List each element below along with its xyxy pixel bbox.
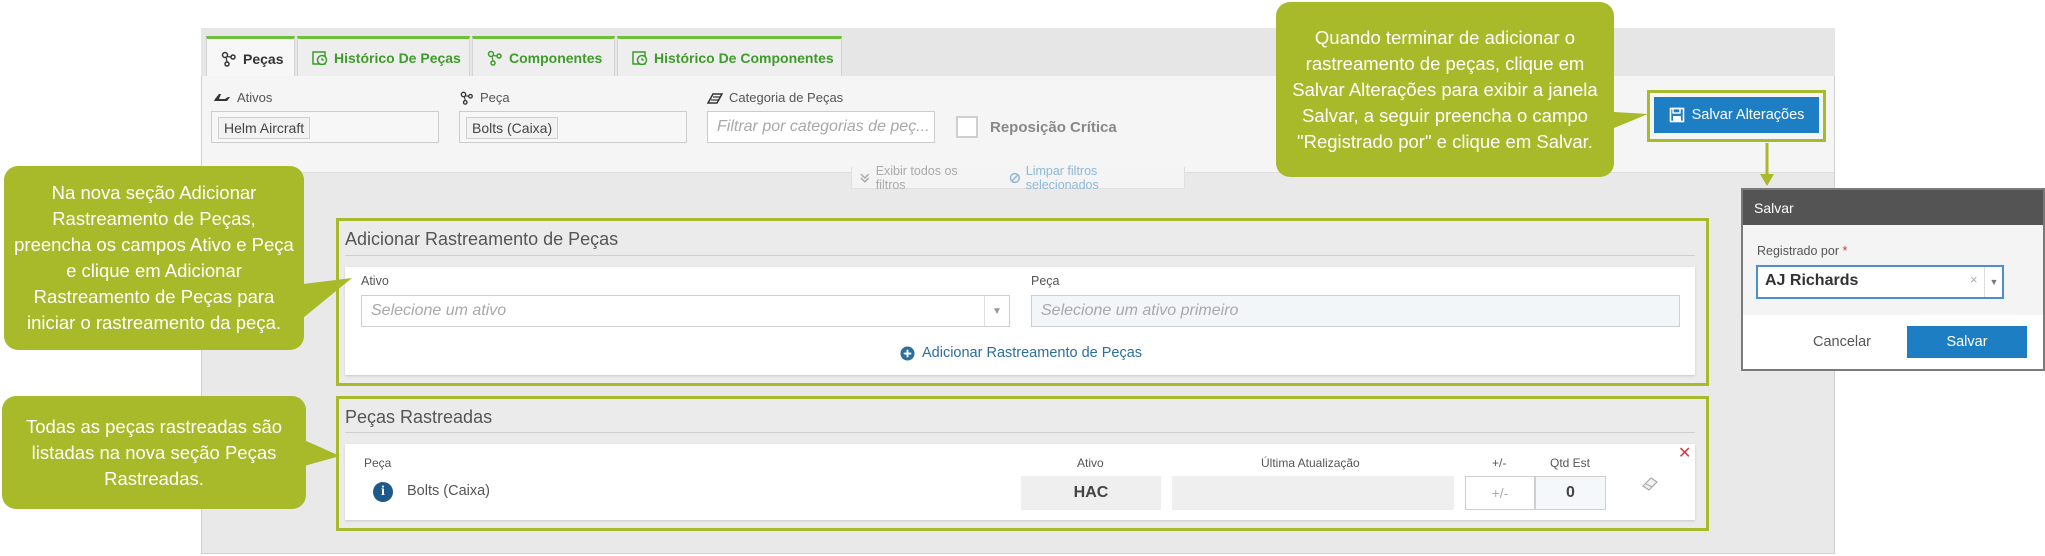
save-dialog-title: Salvar	[1743, 190, 2043, 225]
callout-arrows	[303, 112, 1774, 466]
save-button[interactable]: Salvar	[1907, 326, 2027, 358]
callout-tracked-parts: Todas as peças rastreadas são listadas n…	[2, 396, 306, 509]
callout-pointer-top	[1614, 112, 1648, 128]
chevron-down-icon[interactable]: ▼	[1984, 267, 2003, 297]
callout-add-tracking: Na nova seção Adicionar Rastreamento de …	[4, 166, 304, 350]
callout-pointer-tracked	[304, 440, 340, 466]
connector-arrowhead	[1760, 174, 1774, 186]
registered-by-label: Registrado por *	[1757, 244, 1848, 258]
registered-by-value: AJ Richards	[1765, 272, 1859, 289]
callout-pointer-add	[303, 278, 352, 318]
clear-icon[interactable]: ×	[1970, 272, 1978, 287]
required-marker: *	[1842, 244, 1848, 258]
cancel-button[interactable]: Cancelar	[1789, 326, 1895, 358]
callout-save-instructions: Quando terminar de adicionar o rastreame…	[1276, 2, 1614, 177]
